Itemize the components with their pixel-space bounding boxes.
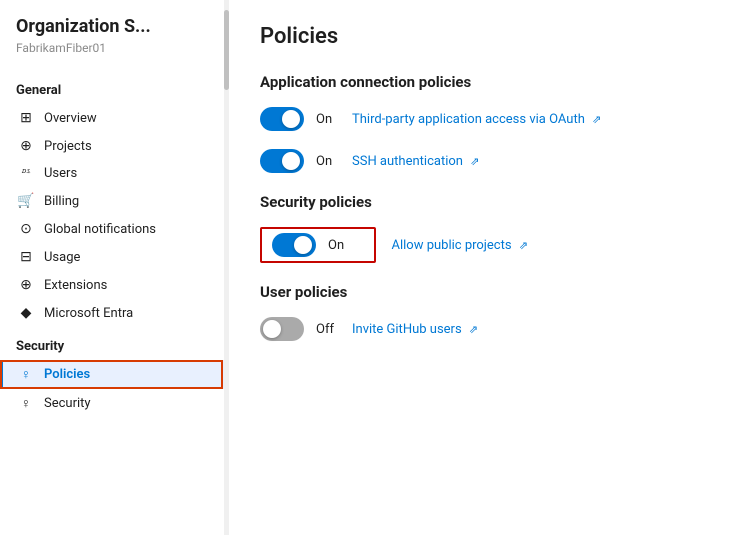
policy-status-oauth: On [316,112,340,127]
org-subtitle: FabrikamFiber01 [0,41,227,71]
sidebar-item-label: Overview [44,111,97,126]
sidebar-item-users[interactable]: 𝄉 Users [0,160,227,187]
toggle-track-ssh[interactable] [260,149,304,173]
security-icon: ♀ [16,395,36,412]
highlight-box-public-projects: On [260,227,376,263]
sidebar-item-projects[interactable]: ⊕ Projects [0,132,227,160]
toggle-public-projects[interactable] [272,233,316,257]
policy-link-oauth[interactable]: Third-party application access via OAuth… [352,112,601,127]
sidebar-item-usage[interactable]: ⊟ Usage [0,243,227,271]
toggle-thumb-public-projects [294,236,312,254]
projects-icon: ⊕ [16,138,36,154]
spacer [376,237,379,253]
sidebar-item-label: Security [44,396,91,411]
entra-icon: ◆ [16,305,36,321]
policy-link-ssh[interactable]: SSH authentication ⇗ [352,154,479,169]
billing-icon: 🛒 [16,193,36,209]
sidebar-item-policies[interactable]: ♀ Policies [0,360,227,389]
section-title-application-connection: Application connection policies [260,73,708,91]
users-icon: 𝄉 [16,166,36,181]
overview-icon: ⊞ [16,110,36,126]
org-title: Organization S... [0,16,227,41]
link-external-icon-github: ⇗ [469,323,478,336]
sidebar-item-label: Projects [44,139,92,154]
policy-status-ssh: On [316,154,340,169]
sidebar-item-microsoft-entra[interactable]: ◆ Microsoft Entra [0,299,227,327]
main-content: Policies Application connection policies… [228,0,740,535]
toggle-thumb-ssh [282,152,300,170]
usage-icon: ⊟ [16,249,36,265]
scrollbar-thumb[interactable] [224,10,229,90]
section-title-security-policies: Security policies [260,193,708,211]
policy-row-ssh: On SSH authentication ⇗ [260,149,708,173]
scrollbar-track[interactable] [224,0,229,535]
toggle-github-users[interactable] [260,317,304,341]
sidebar-item-label: Usage [44,250,80,265]
policy-link-public-projects[interactable]: Allow public projects ⇗ [391,238,528,253]
sidebar-section-general: General [0,71,227,104]
sidebar-section-security: Security [0,327,227,360]
link-external-icon-public: ⇗ [519,239,528,252]
link-external-icon-ssh: ⇗ [470,155,479,168]
section-title-user-policies: User policies [260,283,708,301]
sidebar-item-label: Users [44,166,77,181]
toggle-thumb-oauth [282,110,300,128]
sidebar-item-extensions[interactable]: ⊕ Extensions [0,271,227,299]
policy-status-github-users: Off [316,322,340,337]
link-external-icon: ⇗ [592,113,601,126]
policy-link-github-users[interactable]: Invite GitHub users ⇗ [352,322,478,337]
sidebar-item-label: Billing [44,194,79,209]
notifications-icon: ⊙ [16,221,36,237]
sidebar-item-label: Policies [44,367,90,382]
sidebar-item-label: Global notifications [44,222,156,237]
policy-row-oauth: On Third-party application access via OA… [260,107,708,131]
sidebar-item-security[interactable]: ♀ Security [0,389,227,418]
toggle-oauth[interactable] [260,107,304,131]
policies-icon: ♀ [16,366,36,383]
sidebar-item-billing[interactable]: 🛒 Billing [0,187,227,215]
page-title: Policies [260,24,708,49]
extensions-icon: ⊕ [16,277,36,293]
policy-status-public-projects: On [328,238,352,253]
sidebar-item-overview[interactable]: ⊞ Overview [0,104,227,132]
policy-row-public-projects: On Allow public projects ⇗ [260,227,708,263]
sidebar: Organization S... FabrikamFiber01 Genera… [0,0,228,535]
sidebar-item-label: Microsoft Entra [44,306,133,321]
toggle-track-oauth[interactable] [260,107,304,131]
sidebar-item-label: Extensions [44,278,107,293]
policy-row-github-users: Off Invite GitHub users ⇗ [260,317,708,341]
toggle-track-github-users[interactable] [260,317,304,341]
toggle-ssh[interactable] [260,149,304,173]
toggle-track-public-projects[interactable] [272,233,316,257]
toggle-thumb-github-users [263,320,281,338]
sidebar-item-global-notifications[interactable]: ⊙ Global notifications [0,215,227,243]
